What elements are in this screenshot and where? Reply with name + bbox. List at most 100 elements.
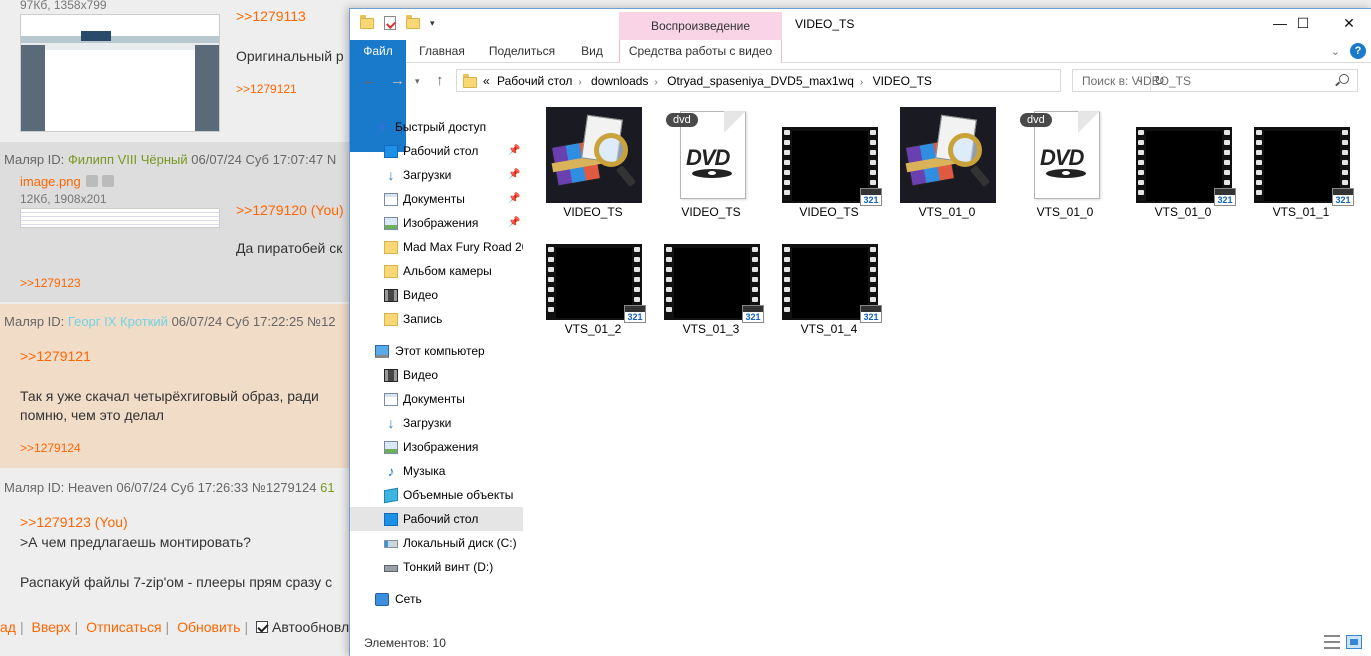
backlink[interactable]: >>1279121 [236,82,297,96]
nav-item-folder[interactable]: Запись [350,307,523,331]
up-button[interactable]: ↑ [436,72,444,89]
backlink[interactable]: >>1279123 [20,276,81,290]
file-item[interactable]: 321 VTS_01_2 [534,218,652,336]
file-item[interactable]: dvd DVD VTS_01_0 [1006,101,1124,219]
nav-item-3d-objects[interactable]: Объемные объекты [350,483,523,507]
pin-icon[interactable]: 📌 [508,163,520,187]
file-item[interactable]: 321 VTS_01_1 [1242,101,1360,219]
poster-name: Heaven [67,480,113,495]
title-bar[interactable]: ▾ Воспроизведение VIDEO_TS — ☐ ✕ [350,9,1371,40]
video-icon [384,369,398,382]
post-thumbnail[interactable] [20,208,220,228]
tab-video-tools[interactable]: Средства работы с видео [619,40,782,63]
post-number[interactable]: N [327,152,336,167]
nav-item-desktop[interactable]: Рабочий стол 📌 [350,139,523,163]
search-icon[interactable] [1339,74,1349,84]
nav-item-downloads[interactable]: ↓ Загрузки 📌 [350,163,523,187]
nav-item-documents[interactable]: Документы [350,387,523,411]
post: Маляр ID: Филипп VIII Чёрный 06/07/24 Су… [0,142,350,302]
nav-item-videos[interactable]: Видео [350,283,523,307]
file-item[interactable]: 321 VTS_01_3 [652,218,770,336]
pin-icon[interactable]: 📌 [508,187,520,211]
file-name: VTS_01_0 [1154,205,1212,219]
file-item[interactable]: 321 VIDEO_TS [770,101,888,219]
link-top[interactable]: Вверх [32,619,71,635]
nav-this-pc[interactable]: Этот компьютер [350,339,523,363]
pin-icon[interactable]: 📌 [508,139,520,163]
recent-locations-button[interactable]: ▾ [415,76,420,87]
search-input[interactable]: Поиск в: VIDEO_TS [1072,69,1358,92]
breadcrumb-overflow[interactable]: « [483,74,490,88]
breadcrumb: « Рабочий стол › downloads › Otryad_spasen… [483,74,932,88]
post-date: 06/07/24 Суб 17:22:25 [171,314,304,329]
post-number[interactable]: №12 [307,314,335,329]
nav-item-documents[interactable]: Документы 📌 [350,187,523,211]
ribbon-tabs: Файл Главная Поделиться Вид Средства раб… [350,40,1371,152]
link-refresh[interactable]: Обновить [177,619,240,635]
breadcrumb-item[interactable]: Otryad_spaseniya_DVD5_max1wq [667,74,854,88]
nav-item-drive-c[interactable]: Локальный диск (C:) [350,531,523,555]
autorefresh-checkbox[interactable] [256,621,268,633]
pictures-icon [384,441,398,454]
breadcrumb-item[interactable]: Рабочий стол [497,74,572,88]
nav-item-desktop-selected[interactable]: Рабочий стол [350,507,523,531]
post-text: Так я уже скачал четырёхгиговый образ, р… [20,388,319,404]
chevron-down-icon[interactable]: ⌄ [1331,45,1340,58]
file-link[interactable]: image.png [20,174,81,189]
file-item[interactable]: dvd DVD VIDEO_TS [652,101,770,219]
post-number[interactable]: №1279124 [252,480,317,495]
tab-view[interactable]: Вид [574,40,610,63]
download-icon[interactable] [102,175,114,187]
nav-item-music[interactable]: ♪ Музыка [350,459,523,483]
pin-icon[interactable]: 📌 [508,211,520,235]
large-icons-view-icon[interactable] [1346,635,1362,649]
link-back[interactable]: ад [0,619,16,635]
file-item[interactable]: VTS_01_0 [888,101,1006,219]
nav-item-folder[interactable]: Mad Max Fury Road 20 [350,235,523,259]
breadcrumb-item[interactable]: downloads [591,74,648,88]
nav-network[interactable]: Сеть [350,587,523,611]
tab-share[interactable]: Поделиться [484,40,560,63]
search-placeholder: Поиск в: VIDEO_TS [1082,74,1191,88]
breadcrumb-item[interactable]: VIDEO_TS [873,74,932,88]
new-folder-icon[interactable] [406,14,420,29]
backlink[interactable]: >>1279124 [20,441,81,455]
post-thumbnail[interactable] [20,14,220,132]
reply-link[interactable]: >>1279113 [236,8,306,24]
file-name: VIDEO_TS [681,205,741,219]
forward-button[interactable]: → [390,72,405,89]
file-item[interactable]: 321 VTS_01_4 [770,218,888,336]
post: Маляр ID: Heaven 06/07/24 Суб 17:26:33 №… [0,470,350,612]
nav-quick-access[interactable]: ★ Быстрый доступ [350,115,523,139]
maximize-button[interactable]: ☐ [1280,9,1326,39]
nav-item-drive-d[interactable]: Тонкий винт (D:) [350,555,523,579]
properties-icon[interactable] [384,16,396,30]
reply-link[interactable]: >>1279121 [20,348,91,364]
winrar-icon [900,107,996,203]
back-button[interactable]: ← [362,72,377,89]
nav-item-videos[interactable]: Видео [350,363,523,387]
poster-name: Георг IX Кроткий [67,314,168,329]
documents-icon [384,193,398,206]
file-name: VTS_01_4 [800,322,858,336]
file-item[interactable]: 321 VTS_01_0 [1124,101,1242,219]
details-view-icon[interactable] [1324,635,1340,649]
link-unsubscribe[interactable]: Отписаться [86,619,161,635]
nav-item-pictures[interactable]: Изображения [350,435,523,459]
tab-home[interactable]: Главная [410,40,474,63]
help-icon[interactable]: ? [1350,43,1366,59]
reply-link[interactable]: >>1279120 (You) [236,202,344,218]
documents-icon [384,393,398,406]
close-button[interactable]: ✕ [1326,9,1371,39]
reply-link[interactable]: >>1279123 (You) [20,514,128,530]
quick-access-toolbar: ▾ [360,14,435,30]
address-bar[interactable]: « Рабочий стол › downloads › Otryad_spasen… [456,69,1165,92]
search-image-icon[interactable] [86,175,98,187]
customize-toolbar-icon[interactable]: ▾ [430,18,435,29]
nav-item-folder[interactable]: Альбом камеры [350,259,523,283]
media-player-badge-icon: 321 [742,305,764,323]
nav-item-pictures[interactable]: Изображения 📌 [350,211,523,235]
file-item[interactable]: VIDEO_TS [534,101,652,219]
nav-item-downloads[interactable]: ↓ Загрузки [350,411,523,435]
file-name: VTS_01_2 [564,322,622,336]
